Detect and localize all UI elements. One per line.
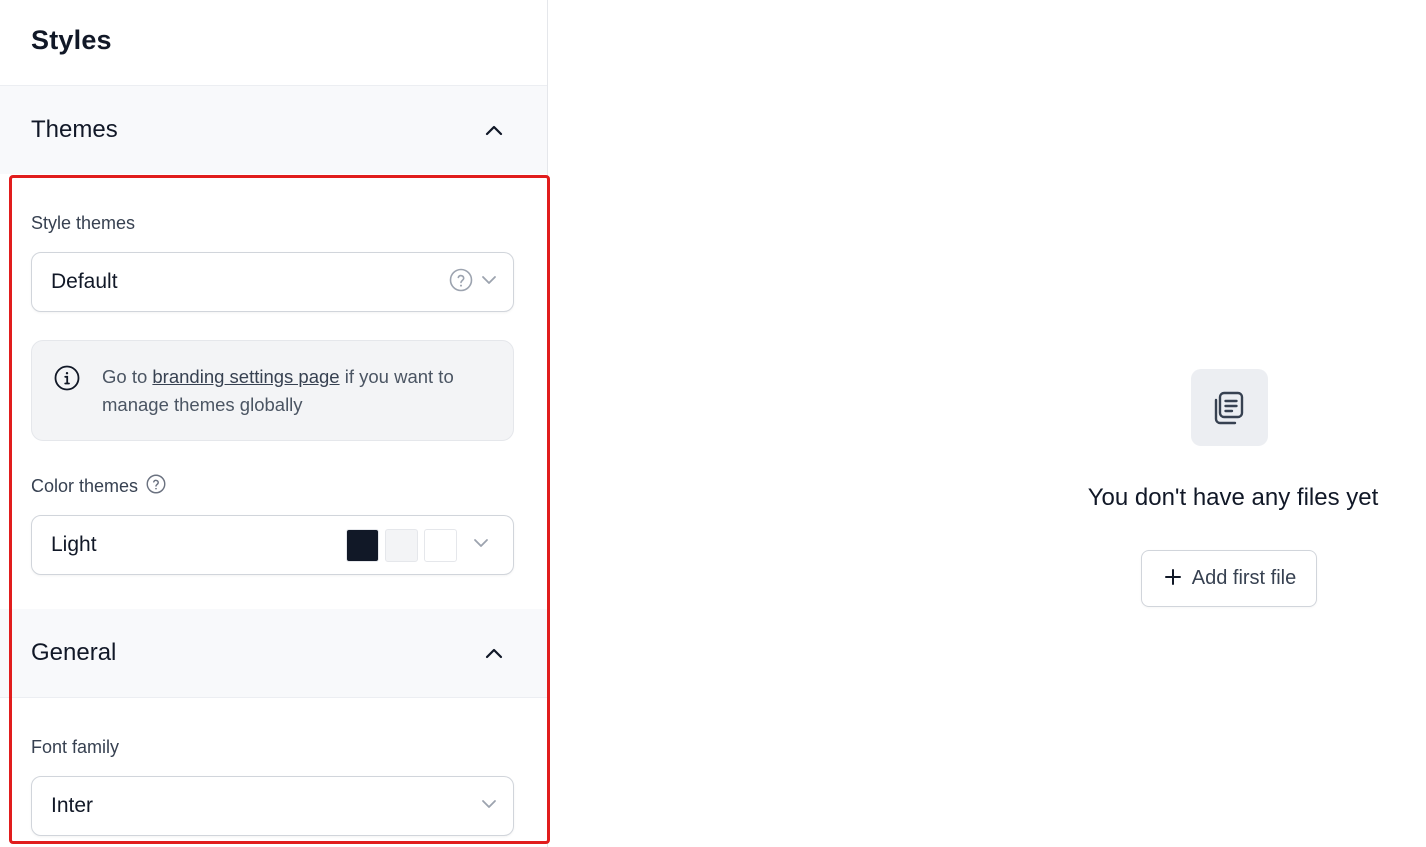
style-themes-label-text: Style themes xyxy=(31,212,136,233)
files-empty-state: You don't have any files yet Add first f… xyxy=(1040,369,1426,607)
style-themes-select-icons xyxy=(449,268,499,297)
app-root: Styles Themes Style themes Default Go to… xyxy=(0,0,1426,847)
style-themes-label: Style themes xyxy=(31,212,513,234)
help-circle-icon[interactable] xyxy=(146,474,166,499)
style-themes-select[interactable]: Default xyxy=(31,252,514,312)
font-family-label-text: Font family xyxy=(31,736,120,757)
style-themes-value: Default xyxy=(51,270,118,293)
color-swatch-dark xyxy=(346,528,379,562)
color-themes-value: Light xyxy=(51,533,97,556)
chevron-down-icon xyxy=(471,533,491,558)
chevron-down-icon xyxy=(479,270,499,295)
plus-icon xyxy=(1164,568,1182,589)
font-family-label: Font family xyxy=(31,736,513,758)
themes-section-header[interactable]: Themes xyxy=(0,86,547,174)
files-icon xyxy=(1190,369,1268,446)
chevron-down-icon xyxy=(479,794,499,819)
info-text-prefix: Go to xyxy=(102,366,153,387)
color-themes-select[interactable]: Light xyxy=(31,515,514,575)
branding-settings-link[interactable]: branding settings page xyxy=(152,366,339,387)
add-first-file-button[interactable]: Add first file xyxy=(1140,550,1318,607)
chevron-up-icon[interactable] xyxy=(482,641,506,665)
color-themes-label: Color themes xyxy=(31,474,513,499)
color-swatch-light-gray xyxy=(385,528,418,562)
empty-state-text: You don't have any files yet xyxy=(1087,484,1379,511)
panel-title: Styles xyxy=(31,25,112,55)
info-callout: Go to branding settings page if you want… xyxy=(31,340,514,441)
general-section-header[interactable]: General xyxy=(0,609,547,697)
themes-section-body: Style themes Default Go to branding sett… xyxy=(0,174,547,609)
color-swatches xyxy=(346,528,457,562)
info-icon xyxy=(54,365,80,396)
help-circle-icon[interactable] xyxy=(449,268,473,297)
color-themes-label-text: Color themes xyxy=(31,475,139,496)
general-section-title: General xyxy=(31,639,117,666)
color-themes-select-right xyxy=(346,528,499,562)
info-text: Go to branding settings page if you want… xyxy=(102,363,493,419)
panel-header: Styles xyxy=(0,0,547,86)
chevron-up-icon[interactable] xyxy=(482,118,506,142)
font-family-value: Inter xyxy=(51,794,94,817)
styles-panel: Styles Themes Style themes Default Go to… xyxy=(0,0,548,847)
themes-section-title: Themes xyxy=(31,116,118,143)
general-section-body: Font family Inter xyxy=(0,697,547,847)
add-first-file-label: Add first file xyxy=(1191,567,1297,589)
font-family-select[interactable]: Inter xyxy=(31,776,514,836)
color-swatch-white xyxy=(424,528,457,562)
